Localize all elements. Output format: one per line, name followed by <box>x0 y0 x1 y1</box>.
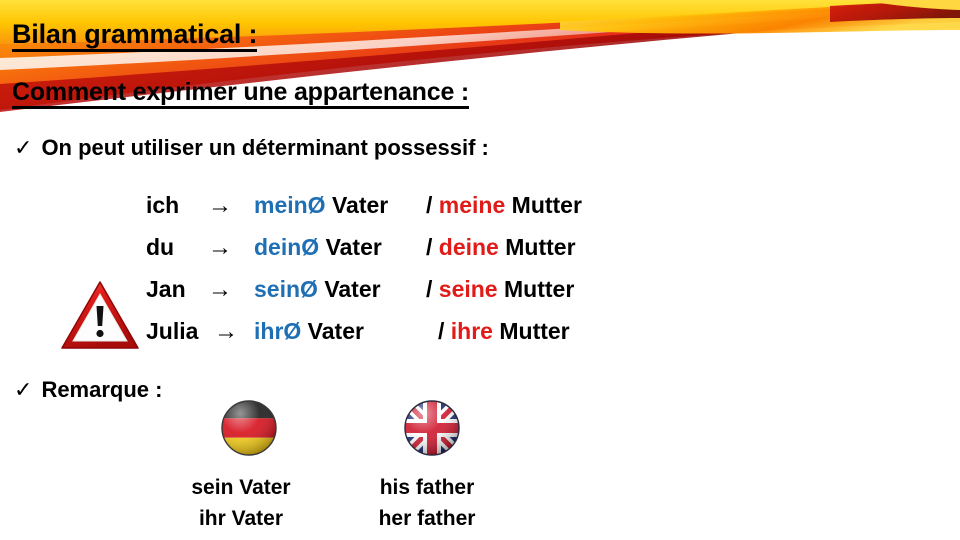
english-translation-column: his father her father <box>352 472 502 534</box>
feminine-form: / deine Mutter <box>426 234 576 261</box>
masculine-form: deinØ Vater <box>254 234 426 261</box>
masculine-noun: Vater <box>325 234 382 260</box>
feminine-possessive: ihre <box>450 318 493 344</box>
feminine-noun: Mutter <box>511 192 582 218</box>
feminine-noun: Mutter <box>499 318 570 344</box>
arrow-right-icon: → <box>214 318 238 345</box>
table-row: Julia → ihrØ Vater / ihre Mutter <box>146 318 582 360</box>
feminine-form: / meine Mutter <box>426 192 582 219</box>
masculine-possessive: deinØ <box>254 234 320 260</box>
arrow-right-icon: → <box>208 276 232 303</box>
row-pronoun: Jan <box>146 276 186 302</box>
german-translation-line-2: ihr Vater <box>198 507 284 530</box>
uk-flag-icon <box>404 400 460 456</box>
feminine-possessive: deine <box>438 234 499 260</box>
bullet-remark-label: Remarque : <box>41 377 163 402</box>
masculine-possessive: meinØ <box>254 192 326 218</box>
masculine-form: meinØ Vater <box>254 192 426 219</box>
masculine-form: ihrØ Vater <box>254 318 426 345</box>
feminine-noun: Mutter <box>504 276 575 302</box>
german-translation-column: sein Vater ihr Vater <box>166 472 316 534</box>
row-pronoun: du <box>146 234 175 260</box>
feminine-possessive: meine <box>438 192 506 218</box>
feminine-noun: Mutter <box>505 234 576 260</box>
feminine-possessive: seine <box>438 276 498 302</box>
feminine-form: / seine Mutter <box>426 276 574 303</box>
masculine-form: seinØ Vater <box>254 276 426 303</box>
table-row: ich → meinØ Vater / meine Mutter <box>146 192 582 234</box>
english-translation-line-1: his father <box>379 476 475 499</box>
checkmark-icon: ✓ <box>14 377 33 402</box>
masculine-possessive: ihrØ <box>254 318 302 344</box>
english-translation-line-2: her father <box>378 507 476 530</box>
bullet-possessive-determiner: ✓ On peut utiliser un déterminant posses… <box>14 135 489 161</box>
possessive-determiner-table: ich → meinØ Vater / meine Mutter du → de… <box>146 192 582 360</box>
masculine-noun: Vater <box>331 192 389 218</box>
masculine-noun: Vater <box>307 318 364 344</box>
arrow-right-icon: → <box>208 234 232 261</box>
warning-triangle-icon <box>61 281 139 349</box>
checkmark-icon: ✓ <box>14 135 33 160</box>
bullet-remark: ✓ Remarque : <box>14 377 162 403</box>
arrow-right-icon: → <box>208 192 232 219</box>
row-pronoun: ich <box>146 192 180 218</box>
masculine-possessive: seinØ <box>254 276 318 302</box>
feminine-form: / ihre Mutter <box>426 318 570 345</box>
page-title: Bilan grammatical : <box>12 20 257 53</box>
table-row: Jan → seinØ Vater / seine Mutter <box>146 276 582 318</box>
page-subtitle: Comment exprimer une appartenance : <box>12 79 469 110</box>
table-row: du → deinØ Vater / deine Mutter <box>146 234 582 276</box>
row-pronoun: Julia <box>146 318 199 344</box>
masculine-noun: Vater <box>324 276 381 302</box>
german-flag-icon <box>221 400 277 456</box>
bullet-possessive-label: On peut utiliser un déterminant possessi… <box>41 135 489 160</box>
german-translation-line-1: sein Vater <box>191 476 291 499</box>
